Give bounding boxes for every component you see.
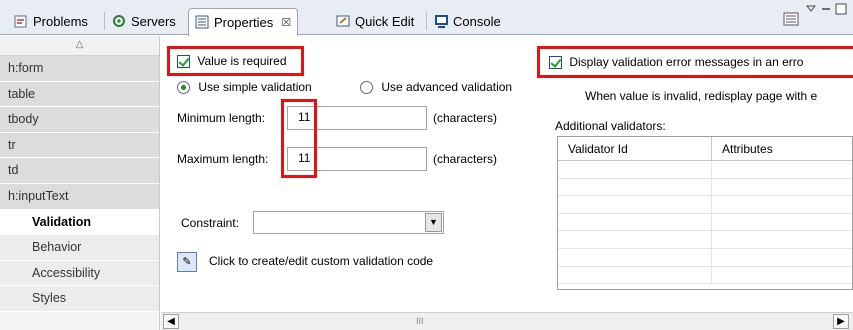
redisplay-text: When value is invalid, redisplay page wi… <box>585 89 818 103</box>
scroll-grip[interactable]: III <box>416 316 424 326</box>
table-row[interactable] <box>558 248 852 267</box>
nav-item-validation[interactable]: Validation <box>0 209 159 236</box>
nav-item-h-form[interactable]: h:form <box>0 56 159 82</box>
tab-problems[interactable]: Problems <box>8 8 94 35</box>
console-icon <box>434 14 449 29</box>
edit-code-icon[interactable]: ✎ <box>177 252 197 272</box>
properties-icon <box>195 15 210 30</box>
simple-validation-radio[interactable] <box>177 81 190 95</box>
tab-console[interactable]: Console <box>428 8 507 35</box>
custom-validation-link[interactable]: Click to create/edit custom validation c… <box>209 254 433 268</box>
nav-item-tbody[interactable]: tbody <box>0 107 159 133</box>
scroll-up-arrow-icon[interactable]: △ <box>0 36 159 56</box>
table-row[interactable] <box>558 161 852 179</box>
nav-item-behavior[interactable]: Behavior <box>0 235 159 261</box>
nav-item-styles[interactable]: Styles <box>0 286 159 312</box>
highlight-display-errors <box>537 46 853 78</box>
dropdown-icon[interactable] <box>805 4 817 16</box>
table-row[interactable] <box>558 231 852 249</box>
min-length-units: (characters) <box>433 111 498 125</box>
tab-separator <box>426 12 427 30</box>
properties-nav: △ h:form table tbody tr td h:inputText V… <box>0 36 160 330</box>
nav-item-table[interactable]: table <box>0 81 159 108</box>
chevron-down-icon[interactable]: ▼ <box>425 213 442 232</box>
tab-servers[interactable]: Servers <box>106 8 182 35</box>
problems-icon <box>14 14 29 29</box>
tab-quick-edit[interactable]: Quick Edit <box>330 8 420 35</box>
highlight-length-values <box>281 99 317 178</box>
min-length-label: Minimum length: <box>177 111 266 125</box>
minimize-icon[interactable] <box>821 4 831 16</box>
close-icon[interactable]: ☒ <box>281 16 291 29</box>
tab-properties[interactable]: Properties ☒ <box>188 8 299 36</box>
column-header-validator-id[interactable]: Validator Id <box>558 137 712 160</box>
nav-item-accessibility[interactable]: Accessibility <box>0 260 159 287</box>
advanced-validation-radio-row[interactable]: Use advanced validation <box>360 80 512 95</box>
maximize-icon[interactable] <box>835 3 847 18</box>
scroll-left-icon[interactable]: ◀ <box>163 314 179 329</box>
servers-icon <box>112 14 127 29</box>
nav-item-h-inputtext[interactable]: h:inputText <box>0 183 159 210</box>
additional-validators-label: Additional validators: <box>555 119 666 133</box>
validation-panel: Value is required Use simple validation … <box>161 36 853 312</box>
simple-validation-radio-row[interactable]: Use simple validation <box>177 80 312 95</box>
table-row[interactable] <box>558 196 852 214</box>
nav-item-td[interactable]: td <box>0 158 159 184</box>
max-length-units: (characters) <box>433 152 498 166</box>
table-header: Validator Id Attributes <box>558 137 852 161</box>
column-header-attributes[interactable]: Attributes <box>712 137 852 160</box>
constraint-select[interactable]: ▼ <box>253 211 444 234</box>
nav-item-tr[interactable]: tr <box>0 132 159 159</box>
view-tab-bar: Problems Servers Properties ☒ Quick Edit… <box>0 0 853 36</box>
quick-edit-icon <box>336 14 351 29</box>
advanced-validation-radio[interactable] <box>360 81 373 95</box>
table-row[interactable] <box>558 178 852 197</box>
table-row[interactable] <box>558 213 852 232</box>
view-menu-icon[interactable] <box>783 12 799 29</box>
max-length-label: Maximum length: <box>177 152 269 166</box>
tab-separator <box>104 12 105 30</box>
constraint-label: Constraint: <box>181 216 240 230</box>
horizontal-scrollbar[interactable]: ◀ III ▶ <box>161 312 853 330</box>
highlight-value-required <box>167 46 304 76</box>
scroll-right-icon[interactable]: ▶ <box>833 314 849 329</box>
table-row[interactable] <box>558 266 852 285</box>
validators-table[interactable]: Validator Id Attributes <box>557 136 853 290</box>
